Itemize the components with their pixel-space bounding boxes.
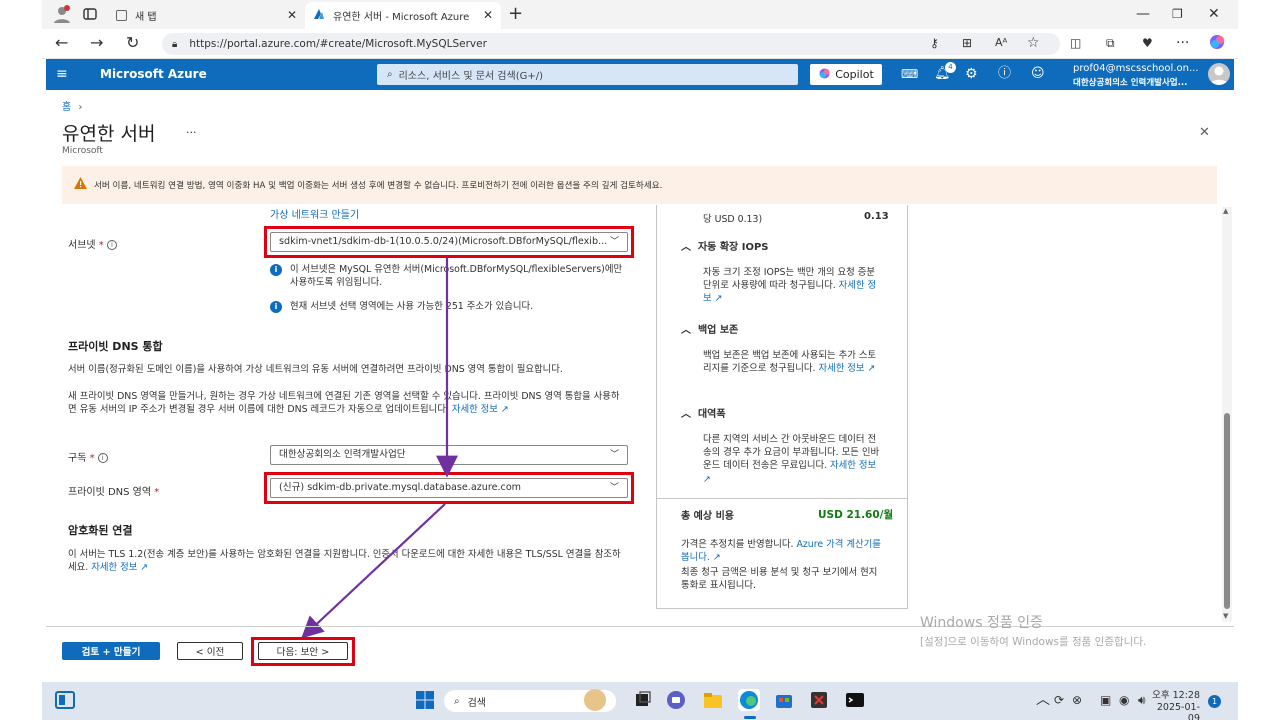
review-create-button[interactable]: 검토 + 만들기 bbox=[62, 642, 160, 660]
widgets-icon[interactable] bbox=[54, 689, 76, 711]
volume-icon[interactable]: 🔊︎ bbox=[1138, 690, 1146, 710]
tray-sync-icon[interactable]: ⟳ bbox=[1054, 690, 1064, 710]
next-button-highlight bbox=[251, 637, 355, 666]
footer-divider bbox=[46, 626, 1234, 627]
activation-watermark-title: Windows 정품 인증 bbox=[920, 615, 1043, 631]
snipping-tool-icon[interactable] bbox=[808, 689, 830, 711]
edge-active-indicator bbox=[744, 716, 756, 719]
edge-icon[interactable] bbox=[738, 689, 760, 711]
notification-count-badge[interactable]: 1 bbox=[1208, 695, 1221, 708]
search-highlight-icon[interactable] bbox=[584, 689, 606, 711]
taskbar-search-label: 검색 bbox=[467, 697, 487, 709]
terminal-icon[interactable] bbox=[844, 689, 866, 711]
activation-watermark-text: [설정]으로 이동하여 Windows를 정품 인증합니다. bbox=[920, 636, 1147, 648]
store-icon[interactable] bbox=[773, 689, 795, 711]
tray-app-icon[interactable]: ▣ bbox=[1100, 690, 1111, 710]
tray-close-icon[interactable]: ⊗ bbox=[1072, 690, 1082, 710]
clock-time[interactable]: 오후 12:28 bbox=[1148, 687, 1200, 701]
teams-icon[interactable] bbox=[665, 689, 687, 711]
start-icon[interactable] bbox=[414, 689, 436, 711]
tray-chevron-icon[interactable]: ︿ bbox=[1036, 690, 1050, 710]
task-view-icon[interactable] bbox=[632, 689, 654, 711]
wifi-icon[interactable]: ◉ bbox=[1119, 690, 1129, 710]
clock-date[interactable]: 2025-01-09 bbox=[1148, 702, 1200, 720]
arrow-dns-to-next bbox=[301, 503, 446, 639]
file-explorer-icon[interactable] bbox=[702, 689, 724, 711]
previous-button[interactable]: < 이전 bbox=[177, 642, 243, 660]
search-icon: ⌕ bbox=[454, 695, 460, 707]
annotation-arrows bbox=[301, 258, 458, 639]
